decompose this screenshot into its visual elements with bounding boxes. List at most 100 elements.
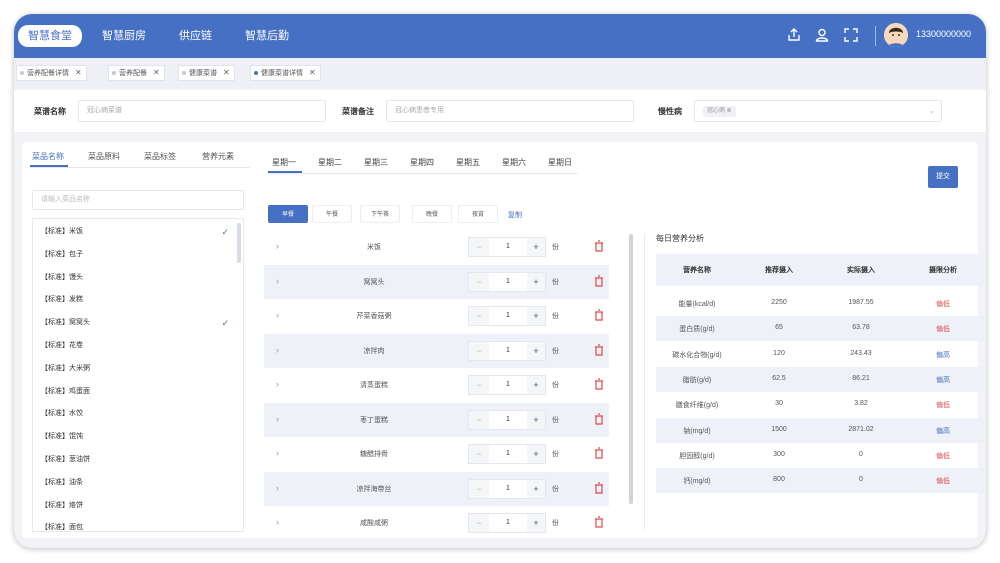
quantity-stepper[interactable]: −1 + [468, 306, 546, 326]
chevron-right-icon[interactable]: › [276, 241, 279, 251]
list-item[interactable]: 【标准】包子 [33, 244, 233, 266]
meal-dinner[interactable]: 晚餐 [412, 205, 452, 223]
chevron-right-icon[interactable]: › [276, 310, 279, 320]
dish-search-input[interactable]: 请输入菜品名称 [32, 190, 244, 210]
quantity-stepper[interactable]: −1 + [468, 513, 546, 533]
chronic-disease-select[interactable]: 冠心病 ⊗ ⌄ [694, 100, 942, 122]
list-item[interactable]: 【标准】大米粥 [33, 358, 233, 380]
minus-button[interactable]: − [469, 307, 489, 325]
recipe-name-input[interactable]: 冠心病菜谱 [78, 100, 326, 122]
tab-dish-ingredient[interactable]: 菜品原料 [88, 151, 120, 162]
day-tab-thu[interactable]: 星期四 [410, 157, 434, 168]
minus-button[interactable]: − [469, 445, 489, 463]
delete-icon[interactable] [594, 447, 604, 459]
close-icon[interactable]: ✕ [223, 68, 230, 77]
minus-button[interactable]: − [469, 514, 489, 532]
delete-icon[interactable] [594, 516, 604, 528]
quantity-value[interactable]: 1 [489, 514, 527, 532]
list-item[interactable]: 【标准】面包 [33, 517, 233, 531]
user-icon[interactable] [814, 27, 830, 43]
minus-button[interactable]: − [469, 479, 489, 498]
meal-afternoon-tea[interactable]: 下午茶 [360, 205, 400, 223]
fullscreen-icon[interactable] [843, 27, 859, 43]
day-tab-sun[interactable]: 星期日 [548, 157, 572, 168]
copy-link[interactable]: 复制 [508, 210, 522, 220]
list-item[interactable]: 【标准】窝窝头 ✓ [33, 312, 233, 334]
plus-button[interactable]: + [527, 479, 545, 498]
disease-tag[interactable]: 冠心病 ⊗ [703, 106, 736, 117]
nav-item-smart-logistics[interactable]: 智慧后勤 [245, 27, 289, 45]
chevron-right-icon[interactable]: › [276, 345, 279, 355]
quantity-stepper[interactable]: −1 + [468, 340, 546, 361]
quantity-value[interactable]: 1 [489, 273, 527, 291]
minus-button[interactable]: − [469, 376, 489, 394]
quantity-value[interactable]: 1 [489, 307, 527, 325]
scrollbar[interactable] [237, 223, 241, 263]
nav-item-smart-kitchen[interactable]: 智慧厨房 [102, 27, 146, 45]
list-item[interactable]: 【标准】花卷 [33, 335, 233, 357]
day-tab-tue[interactable]: 星期二 [318, 157, 342, 168]
day-tab-fri[interactable]: 星期五 [456, 157, 480, 168]
plus-button[interactable]: + [527, 341, 545, 360]
quantity-stepper[interactable]: −1 + [468, 444, 546, 464]
list-item[interactable]: 【标准】发糕 [33, 289, 233, 311]
delete-icon[interactable] [594, 240, 604, 252]
minus-button[interactable]: − [469, 341, 489, 360]
close-icon[interactable]: ✕ [153, 68, 160, 77]
chevron-right-icon[interactable]: › [276, 517, 279, 527]
list-item[interactable]: 【标准】水饺 [33, 403, 233, 425]
export-icon[interactable] [786, 27, 802, 43]
avatar[interactable] [884, 23, 908, 47]
delete-icon[interactable] [594, 412, 604, 425]
plus-button[interactable]: + [527, 445, 545, 463]
plus-button[interactable]: + [527, 514, 545, 532]
chevron-right-icon[interactable]: › [276, 483, 279, 493]
quantity-value[interactable]: 1 [489, 238, 527, 256]
delete-icon[interactable] [594, 309, 604, 321]
meal-breakfast[interactable]: 早餐 [268, 205, 308, 223]
list-item[interactable]: 【标准】馒头 [33, 267, 233, 289]
tab-healthy-recipe[interactable]: 健康菜谱 ✕ [178, 65, 235, 81]
nav-item-supply-chain[interactable]: 供应链 [179, 27, 212, 45]
chevron-right-icon[interactable]: › [276, 379, 279, 389]
meal-lunch[interactable]: 午餐 [312, 205, 352, 223]
close-icon[interactable]: ✕ [309, 68, 316, 77]
list-item[interactable]: 【标准】葱油饼 [33, 449, 233, 471]
chevron-right-icon[interactable]: › [276, 448, 279, 458]
list-item[interactable]: 【标准】鸡蛋面 [33, 381, 233, 403]
tab-nutrition-detail[interactable]: 营养配餐详情 ✕ [16, 65, 87, 81]
quantity-stepper[interactable]: −1 + [468, 375, 546, 395]
list-item[interactable]: 【标准】馄饨 [33, 426, 233, 448]
tab-dish-name[interactable]: 菜品名称 [32, 151, 64, 162]
close-icon[interactable]: ✕ [75, 68, 82, 77]
chevron-right-icon[interactable]: › [276, 276, 279, 286]
minus-button[interactable]: − [469, 238, 489, 256]
delete-icon[interactable] [594, 481, 604, 494]
submit-button[interactable]: 提交 [928, 166, 958, 188]
recipe-note-input[interactable]: 冠心病患者专用 [386, 100, 634, 122]
quantity-value[interactable]: 1 [489, 376, 527, 394]
delete-icon[interactable] [594, 343, 604, 356]
minus-button[interactable]: − [469, 410, 489, 429]
day-tab-wed[interactable]: 星期三 [364, 157, 388, 168]
delete-icon[interactable] [594, 274, 604, 287]
quantity-value[interactable]: 1 [489, 445, 527, 463]
list-item[interactable]: 【标准】油条 [33, 472, 233, 494]
list-item[interactable]: 【标准】烙饼 [33, 495, 233, 517]
delete-icon[interactable] [594, 378, 604, 390]
plus-button[interactable]: + [527, 376, 545, 394]
tab-healthy-recipe-detail[interactable]: 健康菜谱详情 ✕ [250, 65, 321, 81]
quantity-stepper[interactable]: −1 + [468, 478, 546, 499]
plus-button[interactable]: + [527, 307, 545, 325]
user-id[interactable]: 13300000000 [916, 29, 971, 39]
quantity-value[interactable]: 1 [489, 342, 527, 360]
nav-item-smart-canteen[interactable]: 智慧食堂 [18, 25, 82, 47]
quantity-stepper[interactable]: −1 + [468, 237, 546, 257]
scrollbar[interactable] [629, 234, 633, 504]
list-item[interactable]: 【标准】米饭 ✓ [33, 221, 233, 243]
tab-nutrition[interactable]: 营养配餐 ✕ [108, 65, 165, 81]
plus-button[interactable]: + [527, 410, 545, 429]
quantity-stepper[interactable]: −1 + [468, 409, 546, 430]
plus-button[interactable]: + [527, 238, 545, 256]
day-tab-mon[interactable]: 星期一 [272, 157, 296, 168]
